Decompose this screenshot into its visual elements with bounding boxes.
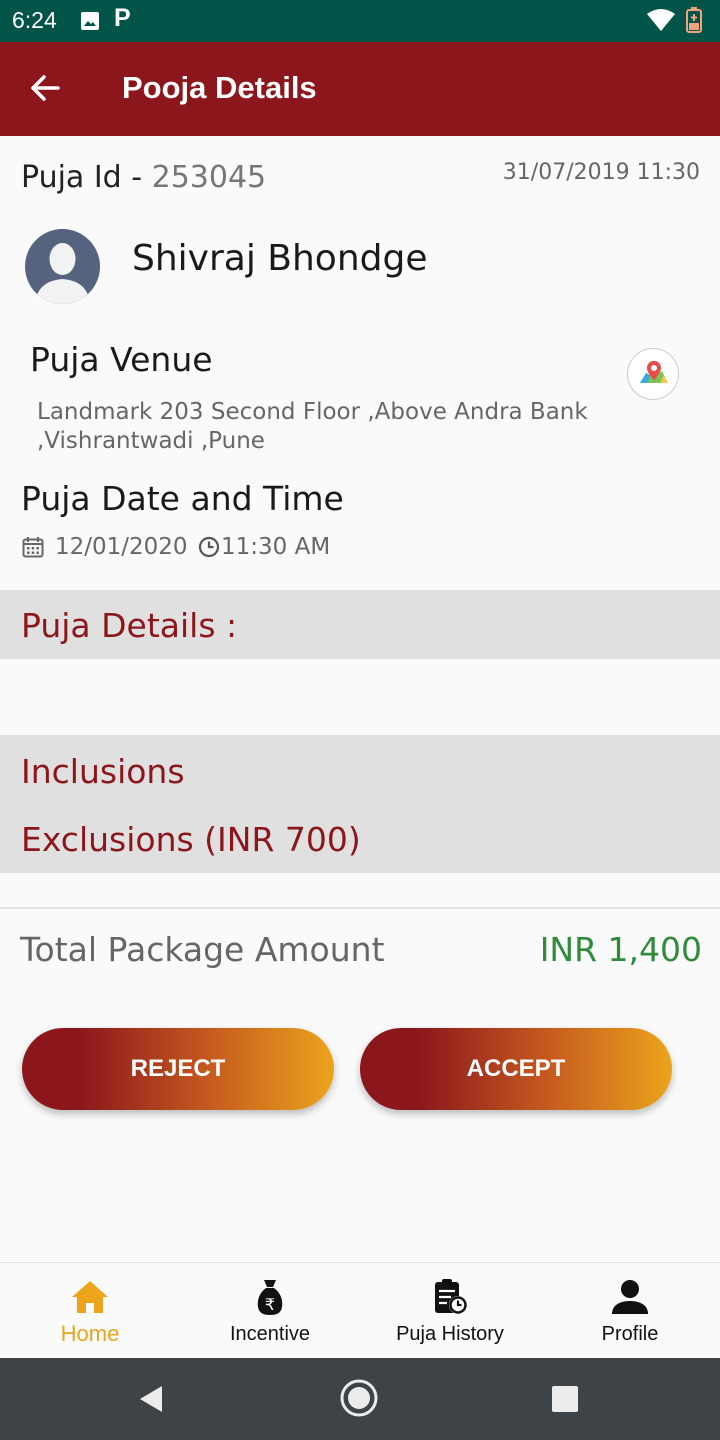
- inclusions-toggle[interactable]: Inclusions: [21, 752, 185, 791]
- bottom-nav: Home ₹ Incentive Puja History Profile: [0, 1262, 720, 1358]
- person-placeholder-icon: [35, 243, 90, 304]
- nav-item-home[interactable]: Home: [0, 1263, 180, 1359]
- app-bar: Pooja Details: [0, 42, 720, 136]
- nav-label-incentive: Incentive: [229, 1323, 311, 1345]
- divider: [0, 907, 720, 909]
- devotee-name: Shivraj Bhondge: [132, 238, 428, 279]
- total-amount-value: INR 1,400: [539, 930, 702, 969]
- puja-date: 12/01/2020: [55, 534, 188, 560]
- venue-address: Landmark 203 Second Floor ,Above Andra B…: [37, 399, 588, 454]
- map-pin-icon: [640, 361, 668, 383]
- puja-time: 11:30 AM: [221, 534, 331, 560]
- wifi-icon: [647, 9, 675, 31]
- datetime-title: Puja Date and Time: [21, 479, 344, 518]
- recents-square-icon[interactable]: [551, 1385, 579, 1413]
- history-icon: [435, 1279, 467, 1314]
- calendar-icon: [22, 537, 44, 558]
- inclusions-exclusions-panel: Inclusions Exclusions (INR 700): [0, 735, 720, 873]
- map-button[interactable]: [627, 348, 679, 400]
- person-icon: [612, 1280, 648, 1314]
- home-circle-icon[interactable]: [339, 1378, 379, 1418]
- puja-id-value: 253045: [151, 160, 267, 195]
- home-icon: [72, 1281, 108, 1313]
- status-bar: 6:24 P: [0, 0, 720, 42]
- image-notification-icon: [81, 12, 99, 30]
- clock-icon: [198, 536, 220, 558]
- nav-label-puja-history: Puja History: [396, 1323, 504, 1345]
- avatar: [25, 229, 100, 304]
- nav-label-profile: Profile: [601, 1323, 659, 1345]
- page-title: Pooja Details: [122, 70, 317, 105]
- created-timestamp: 31/07/2019 11:30: [502, 160, 700, 185]
- venue-title: Puja Venue: [30, 340, 213, 379]
- puja-id: Puja Id - 253045: [21, 160, 266, 195]
- exclusions-toggle[interactable]: Exclusions (INR 700): [21, 820, 361, 859]
- total-amount-label: Total Package Amount: [20, 930, 385, 969]
- back-arrow-icon[interactable]: [26, 68, 66, 108]
- accept-button[interactable]: ACCEPT: [360, 1028, 672, 1110]
- money-bag-icon: ₹: [257, 1280, 283, 1315]
- nav-item-incentive[interactable]: ₹ Incentive: [180, 1263, 360, 1359]
- system-nav-bar: [0, 1358, 720, 1440]
- nav-label-home: Home: [60, 1321, 120, 1346]
- nav-item-puja-history[interactable]: Puja History: [360, 1263, 540, 1359]
- status-time: 6:24: [12, 7, 57, 33]
- battery-icon: [686, 7, 702, 33]
- parking-app-icon: P: [114, 4, 131, 32]
- puja-details-label: Puja Details :: [21, 606, 238, 645]
- nav-item-profile[interactable]: Profile: [540, 1263, 720, 1359]
- back-triangle-icon[interactable]: [136, 1384, 166, 1414]
- reject-button[interactable]: REJECT: [22, 1028, 334, 1110]
- svg-text:₹: ₹: [265, 1295, 275, 1314]
- puja-details-header: Puja Details :: [0, 590, 720, 659]
- puja-id-label: Puja Id -: [21, 160, 152, 195]
